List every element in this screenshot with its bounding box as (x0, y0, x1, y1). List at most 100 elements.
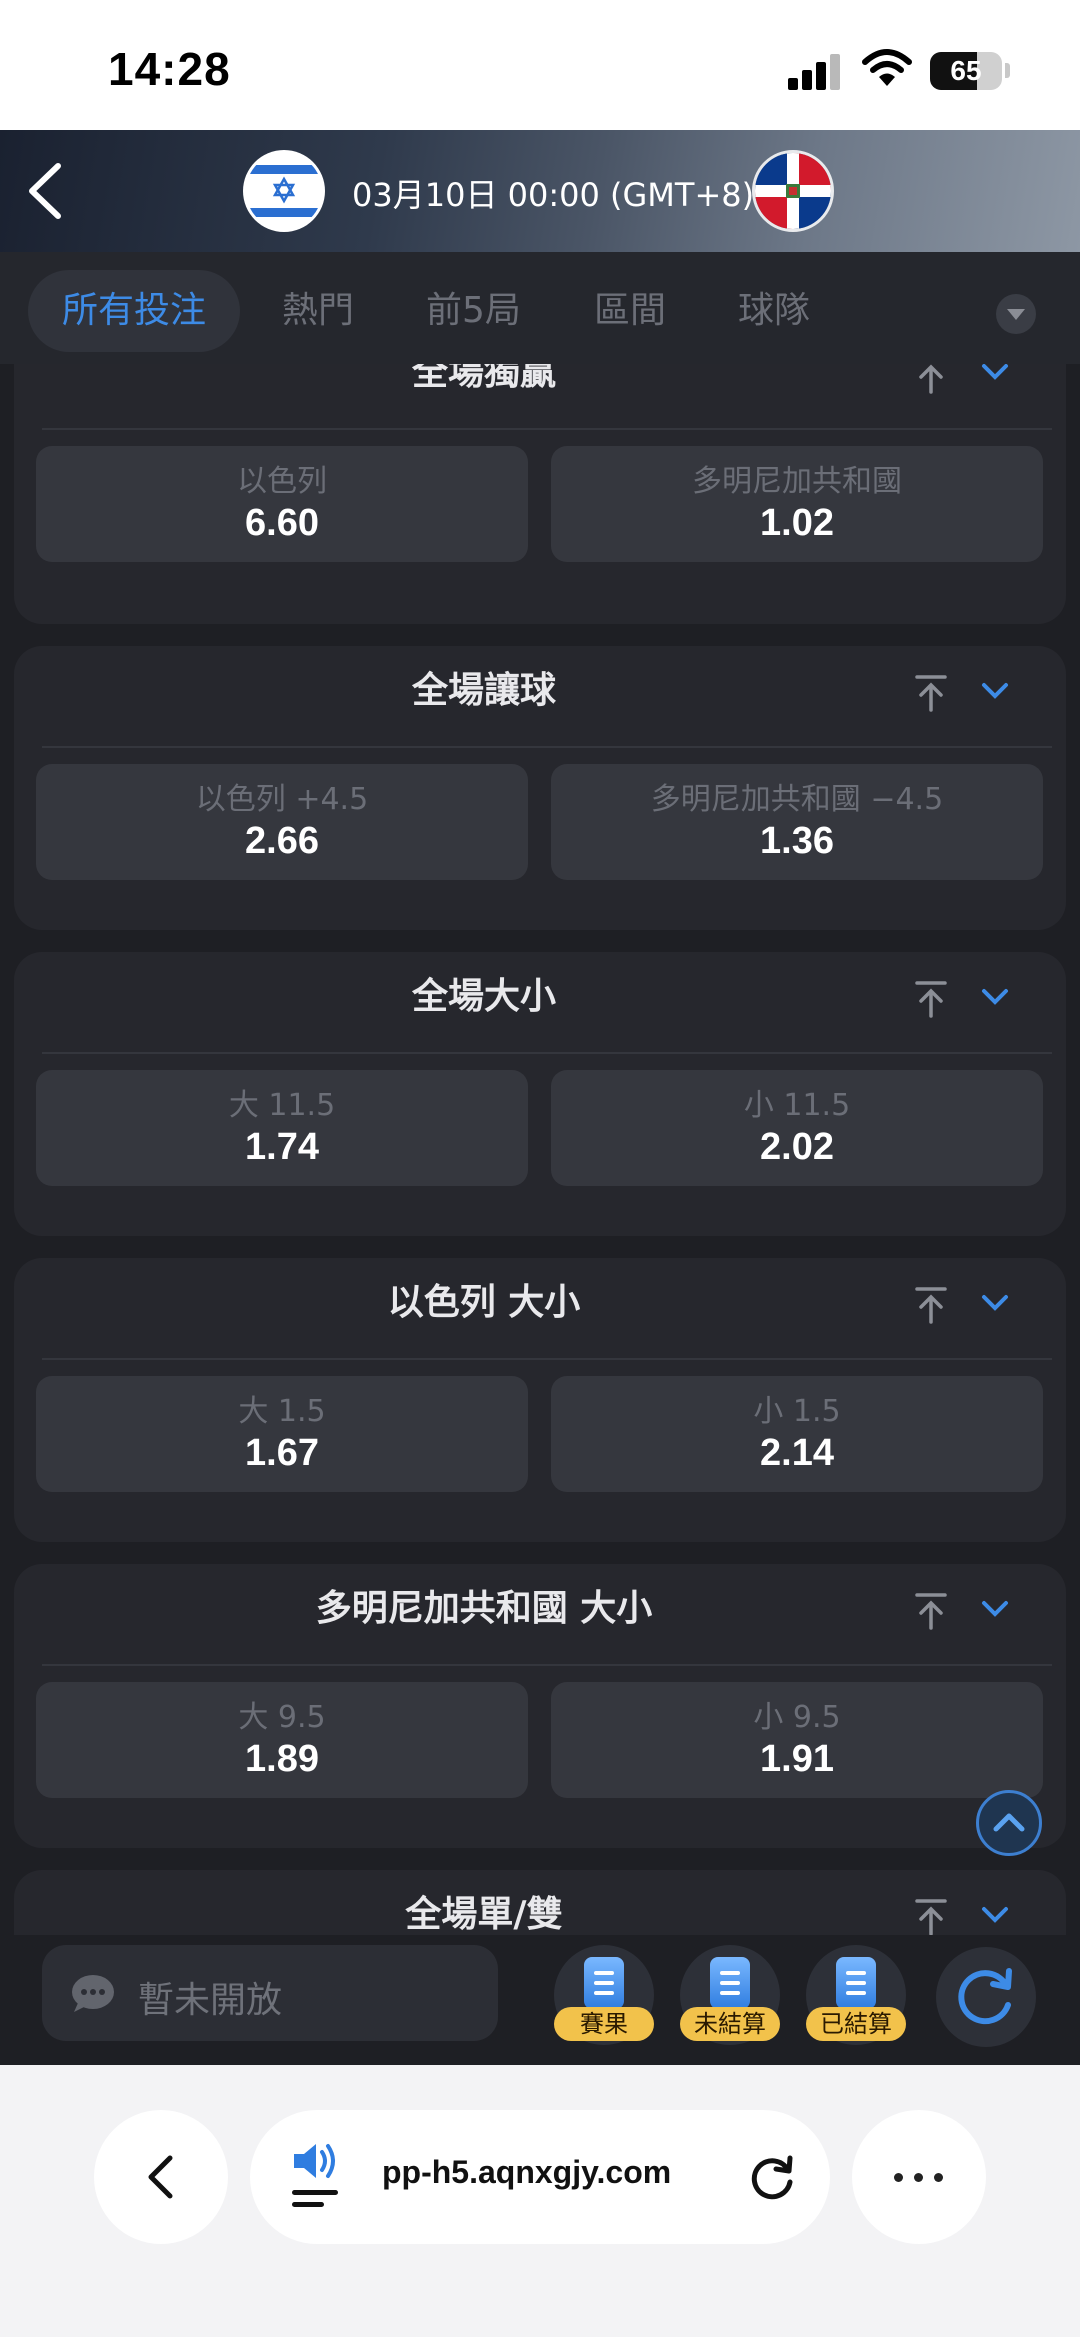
chevron-down-icon[interactable] (980, 364, 1010, 384)
refresh-button[interactable] (936, 1947, 1036, 2047)
tab-all-bets[interactable]: 所有投注 (28, 270, 241, 352)
dot (914, 2173, 923, 2182)
tabs-dropdown-icon[interactable] (996, 294, 1036, 334)
selection-label: 大 11.5 (228, 1088, 336, 1123)
odds-value: 1.67 (245, 1432, 319, 1474)
odds-button[interactable]: 大 9.5 1.89 (36, 1682, 528, 1798)
selection-label: 大 9.5 (238, 1700, 326, 1735)
odds-button[interactable]: 小 1.5 2.14 (551, 1376, 1043, 1492)
dot (934, 2173, 943, 2182)
pin-to-top-icon[interactable] (914, 674, 948, 712)
market-title: 全場讓球 (411, 670, 556, 711)
back-arrow-icon[interactable] (18, 158, 78, 224)
wifi-icon (862, 49, 912, 86)
odds-value: 2.02 (760, 1126, 834, 1168)
app-view: 03月10日 00:00 (GMT+8) 所有投注 熱門 前5局 區間 球隊 全… (0, 130, 1080, 2065)
dominican-republic-flag-icon (752, 150, 834, 232)
clipboard-icon (710, 1957, 750, 2009)
odds-value: 1.36 (760, 820, 834, 862)
market-card: 全場讓球 以色列 +4.5 2.66 多明尼加共和國 −4.5 1.36 (14, 646, 1066, 930)
chevron-down-icon[interactable] (980, 1597, 1010, 1621)
market-title: 全場獨贏 (411, 364, 556, 393)
divider (42, 1358, 1052, 1360)
divider (42, 428, 1052, 430)
selection-label: 大 1.5 (238, 1394, 326, 1429)
pin-to-top-icon[interactable] (914, 364, 948, 394)
odds-button[interactable]: 大 1.5 1.67 (36, 1376, 528, 1492)
reload-icon[interactable] (746, 2150, 800, 2204)
battery-percent: 65 (950, 55, 982, 86)
odds-value: 2.14 (760, 1432, 834, 1474)
odds-value: 6.60 (245, 502, 319, 544)
tab-range[interactable]: 區間 (594, 270, 666, 352)
divider (42, 1052, 1052, 1054)
more-options-button[interactable] (852, 2110, 986, 2244)
address-bar[interactable]: pp-h5.aqnxgjy.com (250, 2110, 830, 2244)
odds-value: 1.74 (245, 1126, 319, 1168)
divider (42, 1664, 1052, 1666)
odds-button[interactable]: 以色列 +4.5 2.66 (36, 764, 528, 880)
tab-team[interactable]: 球隊 (738, 270, 810, 352)
chevron-down-icon[interactable] (980, 679, 1010, 703)
chevron-down-icon[interactable] (980, 985, 1010, 1009)
unsettled-button[interactable]: 未結算 (680, 1945, 780, 2045)
status-bar: 14:28 65 (0, 0, 1080, 130)
market-card: 全場獨贏 以色列 6.60 多明尼加共和國 1.02 (14, 364, 1066, 624)
chat-placeholder: 暫未開放 (138, 1980, 283, 2021)
selection-label: 多明尼加共和國 (692, 464, 902, 499)
chat-input[interactable]: 暫未開放 (42, 1945, 498, 2041)
tab-first-5-innings[interactable]: 前5局 (426, 270, 521, 352)
market-card: 多明尼加共和國 大小 大 9.5 1.89 小 9.5 1.91 (14, 1564, 1066, 1848)
status-time: 14:28 (108, 43, 231, 95)
clipboard-icon (584, 1957, 624, 2009)
odds-value: 2.66 (245, 820, 319, 862)
market-title: 多明尼加共和國 大小 (315, 1588, 653, 1629)
results-label: 賽果 (554, 2007, 654, 2041)
odds-button[interactable]: 大 11.5 1.74 (36, 1070, 528, 1186)
url-text: pp-h5.aqnxgjy.com (382, 2154, 672, 2190)
refresh-icon (958, 1968, 1012, 2025)
selection-label: 多明尼加共和國 −4.5 (650, 782, 944, 817)
browser-back-button[interactable] (94, 2110, 228, 2244)
cellular-signal-icon (788, 52, 842, 90)
odds-button[interactable]: 小 11.5 2.02 (551, 1070, 1043, 1186)
odds-value: 1.91 (760, 1738, 834, 1780)
dot (894, 2173, 903, 2182)
selection-label: 小 9.5 (753, 1700, 841, 1735)
odds-button[interactable]: 小 9.5 1.91 (551, 1682, 1043, 1798)
results-button[interactable]: 賽果 (554, 1945, 654, 2045)
market-card: 全場大小 大 11.5 1.74 小 11.5 2.02 (14, 952, 1066, 1236)
chevron-down-icon[interactable] (980, 1291, 1010, 1315)
market-title: 以色列 大小 (387, 1282, 581, 1323)
odds-value: 1.02 (760, 502, 834, 544)
settled-button[interactable]: 已結算 (806, 1945, 906, 2045)
browser-toolbar: pp-h5.aqnxgjy.com (0, 2065, 1080, 2337)
battery-icon: 65 (930, 52, 1002, 90)
market-card: 以色列 大小 大 1.5 1.67 小 1.5 2.14 (14, 1258, 1066, 1542)
pin-to-top-icon[interactable] (914, 1592, 948, 1630)
chevron-down-icon[interactable] (980, 1903, 1010, 1927)
markets-list[interactable]: 全場獨贏 以色列 6.60 多明尼加共和國 1.02 全場讓球 以色列 +4.5… (0, 364, 1080, 2065)
selection-label: 小 11.5 (743, 1088, 851, 1123)
chevron-up-icon (993, 1813, 1025, 1832)
pin-to-top-icon[interactable] (914, 1286, 948, 1324)
chat-bubble-icon (72, 1975, 114, 2012)
match-datetime: 03月10日 00:00 (GMT+8) (352, 176, 755, 214)
clipboard-icon (836, 1957, 876, 2009)
odds-button[interactable]: 多明尼加共和國 1.02 (551, 446, 1043, 562)
tab-popular[interactable]: 熱門 (282, 270, 354, 352)
bet-type-tabs: 所有投注 熱門 前5局 區間 球隊 (0, 252, 1080, 364)
settled-label: 已結算 (806, 2007, 906, 2041)
match-header: 03月10日 00:00 (GMT+8) (0, 130, 1080, 252)
pin-to-top-icon[interactable] (914, 1898, 948, 1936)
bottom-action-bar: 暫未開放 賽果 未結算 已結算 (0, 1935, 1080, 2065)
scroll-to-top-button[interactable] (976, 1790, 1042, 1856)
selection-label: 小 1.5 (753, 1394, 841, 1429)
odds-button[interactable]: 以色列 6.60 (36, 446, 528, 562)
divider (42, 746, 1052, 748)
speaker-reader-icon (292, 2144, 338, 2207)
pin-to-top-icon[interactable] (914, 980, 948, 1018)
battery-cap (1005, 63, 1010, 78)
odds-button[interactable]: 多明尼加共和國 −4.5 1.36 (551, 764, 1043, 880)
odds-value: 1.89 (245, 1738, 319, 1780)
